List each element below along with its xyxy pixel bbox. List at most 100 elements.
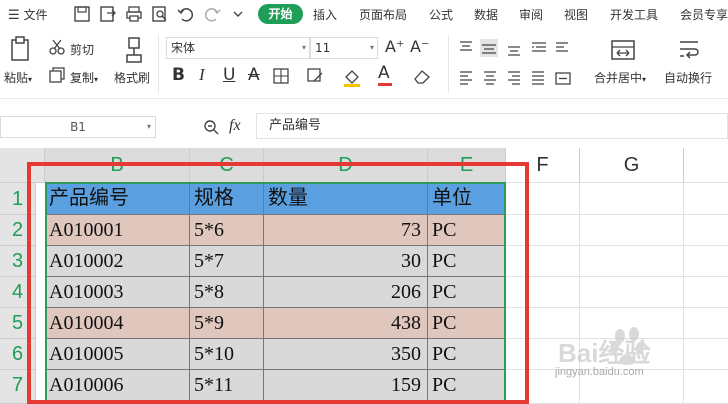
underline-icon[interactable]: U xyxy=(223,65,235,85)
vertical-align-icons[interactable] xyxy=(458,39,568,57)
file-menu[interactable]: ☰ 文件 xyxy=(8,6,48,23)
table-cell[interactable]: A010006 xyxy=(45,370,190,404)
merge-center-button[interactable]: 合并居中▾ xyxy=(594,69,646,86)
table-cell[interactable]: PC xyxy=(428,339,506,370)
fill-color-icon[interactable] xyxy=(342,67,364,87)
scissors-icon[interactable] xyxy=(48,38,66,56)
row-header-2[interactable]: 2 xyxy=(0,215,36,246)
horizontal-align-icons[interactable] xyxy=(458,69,578,87)
font-name-select[interactable]: 宋体 ▾ xyxy=(166,37,310,59)
table-cell[interactable]: 5*6 xyxy=(190,215,264,246)
eraser-icon[interactable] xyxy=(412,67,434,85)
table-cell[interactable]: 30 xyxy=(264,246,428,277)
table-cell[interactable]: 73 xyxy=(264,215,428,246)
table-header-cell[interactable]: 规格 xyxy=(190,183,264,215)
table-cell[interactable]: 5*10 xyxy=(190,339,264,370)
row-header-7[interactable]: 7 xyxy=(0,370,36,404)
format-painter-label[interactable]: 格式刷 xyxy=(114,69,150,86)
wrap-text-icon[interactable] xyxy=(676,37,702,63)
wrap-text-label[interactable]: 自动换行 xyxy=(664,69,712,86)
table-cell[interactable]: 350 xyxy=(264,339,428,370)
row-header-4[interactable]: 4 xyxy=(0,277,36,308)
zoom-icon[interactable] xyxy=(203,119,219,135)
column-header-h[interactable] xyxy=(684,148,728,183)
select-all-corner[interactable] xyxy=(0,148,45,183)
paste-button[interactable]: 粘贴▾ xyxy=(4,69,32,86)
empty-cell[interactable] xyxy=(506,277,580,308)
column-header-b[interactable]: B xyxy=(45,148,190,183)
tab-view[interactable]: 视图 xyxy=(564,6,588,23)
table-header-cell[interactable]: 数量 xyxy=(264,183,428,215)
tab-data[interactable]: 数据 xyxy=(474,6,498,23)
table-cell[interactable]: 438 xyxy=(264,308,428,339)
table-cell[interactable]: 206 xyxy=(264,277,428,308)
row-header-1[interactable]: 1 xyxy=(0,183,36,215)
border-icon[interactable] xyxy=(272,67,290,85)
column-header-g[interactable]: G xyxy=(580,148,684,183)
table-header-cell[interactable]: 产品编号 xyxy=(45,183,190,215)
empty-cell[interactable] xyxy=(506,215,580,246)
print-preview-icon[interactable] xyxy=(150,4,170,24)
table-cell[interactable]: PC xyxy=(428,308,506,339)
cell-style-icon[interactable] xyxy=(306,67,326,85)
table-cell[interactable]: A010005 xyxy=(45,339,190,370)
format-painter-icon[interactable] xyxy=(122,35,146,65)
print-icon[interactable] xyxy=(124,4,144,24)
empty-cell[interactable] xyxy=(580,277,684,308)
row-header-5[interactable]: 5 xyxy=(0,308,36,339)
merge-center-icon[interactable] xyxy=(610,37,636,63)
empty-cell[interactable] xyxy=(684,277,728,308)
empty-cell[interactable] xyxy=(506,183,580,215)
table-cell[interactable]: A010001 xyxy=(45,215,190,246)
fx-icon[interactable]: fx xyxy=(229,117,241,135)
table-cell[interactable]: PC xyxy=(428,246,506,277)
name-box[interactable]: B1 ▾ xyxy=(0,116,156,138)
paste-icon[interactable] xyxy=(8,35,34,65)
table-cell[interactable]: 5*11 xyxy=(190,370,264,404)
empty-cell[interactable] xyxy=(684,215,728,246)
copy-icon[interactable] xyxy=(48,66,66,84)
increase-font-icon[interactable]: A⁺ xyxy=(385,37,404,56)
column-header-f[interactable]: F xyxy=(506,148,580,183)
row-header-6[interactable]: 6 xyxy=(0,339,36,370)
table-cell[interactable]: A010002 xyxy=(45,246,190,277)
tab-developer[interactable]: 开发工具 xyxy=(610,6,658,23)
column-header-c[interactable]: C xyxy=(190,148,264,183)
quick-access-dropdown-icon[interactable] xyxy=(228,4,248,24)
empty-cell[interactable] xyxy=(580,183,684,215)
empty-cell[interactable] xyxy=(580,215,684,246)
table-cell[interactable]: A010003 xyxy=(45,277,190,308)
empty-cell[interactable] xyxy=(506,246,580,277)
bold-icon[interactable]: B xyxy=(172,65,185,85)
empty-cell[interactable] xyxy=(580,246,684,277)
table-cell[interactable]: 5*8 xyxy=(190,277,264,308)
table-cell[interactable]: 159 xyxy=(264,370,428,404)
table-header-cell[interactable]: 单位 xyxy=(428,183,506,215)
export-icon[interactable] xyxy=(98,4,118,24)
table-cell[interactable]: PC xyxy=(428,215,506,246)
empty-cell[interactable] xyxy=(684,246,728,277)
italic-icon[interactable]: I xyxy=(199,65,205,85)
cut-button[interactable]: 剪切 xyxy=(70,41,94,58)
decrease-font-icon[interactable]: A⁻ xyxy=(410,37,429,56)
formula-input[interactable]: 产品编号 xyxy=(256,113,728,139)
redo-icon[interactable] xyxy=(202,4,222,24)
row-header-3[interactable]: 3 xyxy=(0,246,36,277)
table-cell[interactable]: A010004 xyxy=(45,308,190,339)
column-header-e[interactable]: E xyxy=(428,148,506,183)
empty-cell[interactable] xyxy=(684,183,728,215)
tab-review[interactable]: 审阅 xyxy=(519,6,543,23)
table-cell[interactable]: 5*9 xyxy=(190,308,264,339)
font-color-icon[interactable]: A xyxy=(378,63,392,86)
table-cell[interactable]: 5*7 xyxy=(190,246,264,277)
save-icon[interactable] xyxy=(72,4,92,24)
font-size-select[interactable]: 11 ▾ xyxy=(310,37,378,59)
tab-page-layout[interactable]: 页面布局 xyxy=(359,6,407,23)
tab-member[interactable]: 会员专享 xyxy=(680,6,728,23)
undo-icon[interactable] xyxy=(176,4,196,24)
copy-button[interactable]: 复制▾ xyxy=(70,69,98,86)
table-cell[interactable]: PC xyxy=(428,370,506,404)
column-header-d[interactable]: D xyxy=(264,148,428,183)
tab-formulas[interactable]: 公式 xyxy=(429,6,453,23)
tab-home[interactable]: 开始 xyxy=(258,4,303,24)
